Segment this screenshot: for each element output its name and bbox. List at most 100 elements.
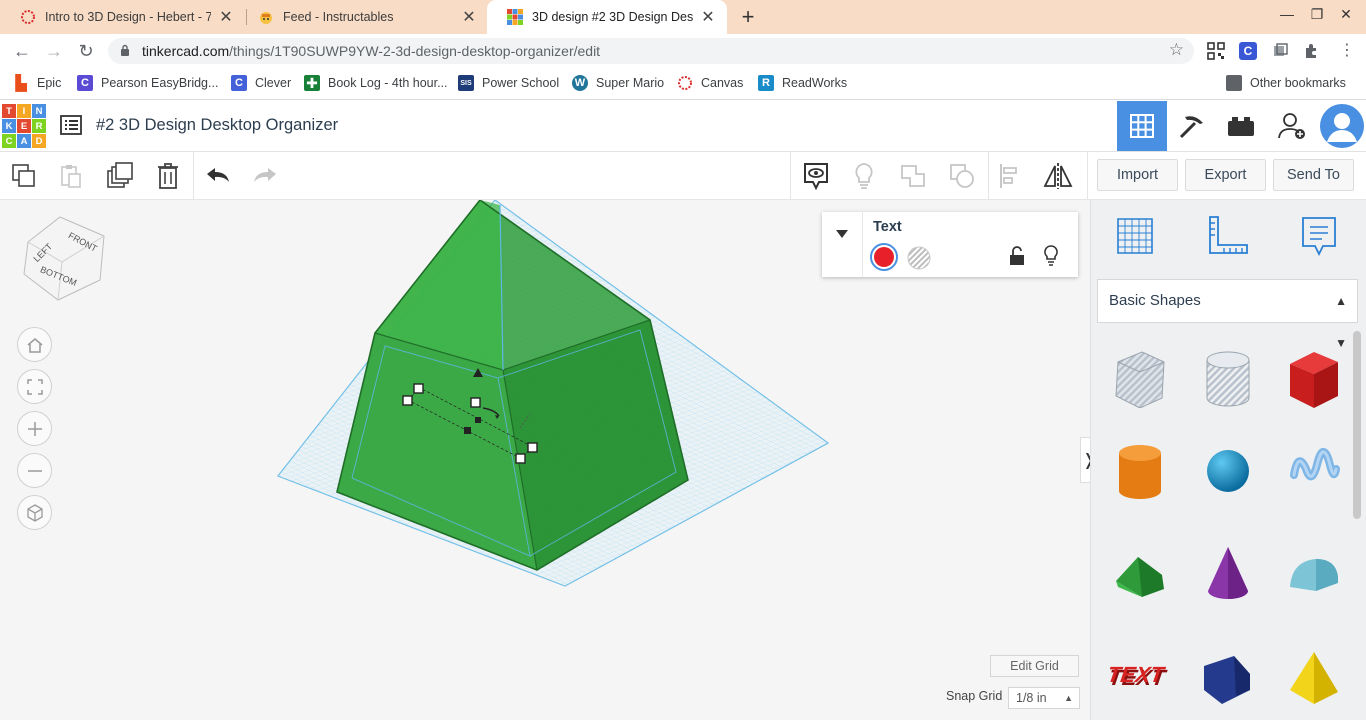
lightbulb-icon bbox=[855, 163, 873, 189]
workplane-tool-button[interactable] bbox=[1112, 213, 1158, 259]
ruler-tool-button[interactable] bbox=[1205, 213, 1251, 259]
hole-button[interactable] bbox=[906, 245, 932, 271]
snap-grid-label: Snap Grid bbox=[946, 689, 1003, 703]
bookmark-star-icon[interactable]: ☆ bbox=[1169, 40, 1184, 60]
lightbulb-icon[interactable] bbox=[1042, 244, 1060, 266]
shape-pyramid[interactable] bbox=[1282, 646, 1346, 710]
perspective-toggle-button[interactable] bbox=[17, 495, 52, 530]
bookmark-readworks[interactable]: R ReadWorks bbox=[758, 75, 847, 91]
notes-tool-button[interactable] bbox=[1296, 213, 1342, 259]
cube-outline-icon bbox=[26, 503, 43, 522]
import-button[interactable]: Import bbox=[1097, 159, 1178, 191]
shape-box-hole[interactable] bbox=[1108, 346, 1172, 410]
other-bookmarks[interactable]: Other bookmarks bbox=[1226, 75, 1346, 91]
shape-box[interactable] bbox=[1282, 346, 1346, 410]
instructables-favicon-icon bbox=[258, 9, 274, 25]
shape-category-select[interactable]: Basic Shapes ▲ ▼ bbox=[1097, 279, 1358, 350]
shape-sphere[interactable] bbox=[1196, 439, 1260, 503]
export-button[interactable]: Export bbox=[1185, 159, 1266, 191]
tinkercad-logo[interactable]: T I N K E R C A D bbox=[2, 104, 46, 148]
group-button[interactable] bbox=[897, 160, 929, 192]
close-tab-icon[interactable]: ✕ bbox=[460, 7, 478, 27]
fit-view-icon bbox=[26, 378, 43, 395]
bookmark-canvas[interactable]: Canvas bbox=[677, 75, 743, 91]
view-cube[interactable]: LEFT FRONT BOTTOM bbox=[20, 214, 108, 304]
ungroup-button[interactable] bbox=[946, 160, 978, 192]
new-tab-button[interactable]: + bbox=[737, 4, 759, 30]
close-window-icon[interactable]: ✕ bbox=[1336, 6, 1356, 23]
chrome-menu-icon[interactable]: ⋮ bbox=[1336, 40, 1358, 62]
extensions-puzzle-icon[interactable] bbox=[1303, 42, 1321, 60]
redo-button[interactable] bbox=[249, 160, 281, 192]
back-arrow-icon[interactable]: ← bbox=[11, 40, 33, 62]
browser-tab[interactable]: Intro to 3D Design - Hebert - 7(A) ✕ bbox=[0, 0, 245, 34]
close-tab-icon[interactable]: ✕ bbox=[217, 7, 235, 27]
bookmark-clever[interactable]: C Clever bbox=[231, 75, 291, 91]
shape-text[interactable]: TEXT TEXT bbox=[1108, 642, 1172, 706]
snap-grid-select[interactable]: 1/8 in ▲ bbox=[1008, 687, 1080, 709]
bookmark-label: Power School bbox=[482, 76, 560, 90]
duplicate-button[interactable] bbox=[104, 160, 136, 192]
bookmark-power-school[interactable]: SIS Power School bbox=[458, 75, 559, 91]
shape-inspector: Text bbox=[822, 212, 1078, 277]
shape-cone[interactable] bbox=[1196, 541, 1260, 605]
reload-icon[interactable]: ↻ bbox=[75, 40, 97, 62]
shape-roof[interactable] bbox=[1108, 541, 1172, 605]
shape-round-roof[interactable] bbox=[1282, 541, 1346, 605]
bookmark-epic[interactable]: ▙ Epic bbox=[13, 75, 61, 92]
minimize-window-icon[interactable]: — bbox=[1277, 6, 1297, 22]
shape-cylinder[interactable] bbox=[1108, 439, 1172, 503]
invite-user-button[interactable] bbox=[1267, 101, 1317, 151]
orange-cylinder-icon bbox=[1119, 445, 1161, 499]
red-text-3d-icon: TEXT TEXT bbox=[1110, 662, 1169, 690]
edit-grid-button[interactable]: Edit Grid bbox=[990, 655, 1079, 677]
shapes-panel-scrollbar[interactable] bbox=[1353, 331, 1361, 519]
logo-letter: N bbox=[32, 104, 46, 118]
bricks-view-button[interactable] bbox=[1216, 101, 1266, 151]
toolbar-divider bbox=[988, 152, 989, 199]
bookmark-pearson[interactable]: C Pearson EasyBridg... bbox=[77, 75, 218, 91]
lock-icon[interactable] bbox=[1009, 246, 1025, 266]
show-notes-button[interactable] bbox=[800, 160, 832, 192]
close-tab-icon[interactable]: ✕ bbox=[699, 7, 717, 27]
bookmark-book-log[interactable]: ✚ Book Log - 4th hour... bbox=[304, 75, 448, 91]
qr-code-icon[interactable] bbox=[1207, 42, 1225, 60]
shape-scribble[interactable] bbox=[1282, 439, 1346, 503]
zoom-out-button[interactable] bbox=[17, 453, 52, 488]
show-all-button[interactable] bbox=[848, 160, 880, 192]
shape-polygon[interactable] bbox=[1196, 646, 1260, 710]
design-menu-icon[interactable] bbox=[60, 115, 82, 135]
user-avatar[interactable] bbox=[1318, 101, 1366, 151]
tinkercad-favicon-icon bbox=[507, 9, 523, 25]
design-title[interactable]: #2 3D Design Desktop Organizer bbox=[96, 116, 338, 135]
minecraft-view-button[interactable] bbox=[1167, 101, 1217, 151]
solid-color-button[interactable] bbox=[870, 243, 898, 271]
browser-tab-active[interactable]: 3D design #2 3D Design Desktop ✕ bbox=[487, 0, 727, 34]
bookmark-super-mario[interactable]: W Super Mario bbox=[572, 75, 664, 91]
zoom-in-button[interactable] bbox=[17, 411, 52, 446]
ungroup-icon bbox=[950, 164, 974, 188]
undo-button[interactable] bbox=[202, 160, 234, 192]
3d-scene[interactable] bbox=[0, 200, 1090, 720]
note-bubble-icon bbox=[1302, 217, 1336, 257]
inspector-collapse-button[interactable] bbox=[822, 212, 863, 277]
paste-button[interactable] bbox=[55, 160, 87, 192]
home-view-button[interactable] bbox=[17, 327, 52, 362]
mirror-button[interactable] bbox=[1042, 160, 1074, 192]
shape-category-value: Basic Shapes bbox=[1109, 292, 1201, 309]
restore-window-icon[interactable]: ❐ bbox=[1307, 6, 1327, 23]
3d-design-view-button[interactable] bbox=[1117, 101, 1167, 151]
browser-tab[interactable]: Feed - Instructables ✕ bbox=[238, 0, 488, 34]
copy-button[interactable] bbox=[8, 160, 40, 192]
delete-button[interactable] bbox=[152, 160, 184, 192]
send-to-button[interactable]: Send To bbox=[1273, 159, 1354, 191]
bookmark-label: Clever bbox=[255, 76, 292, 90]
align-button[interactable] bbox=[995, 160, 1027, 192]
forward-arrow-icon[interactable]: → bbox=[43, 40, 65, 62]
shape-cylinder-hole[interactable] bbox=[1196, 346, 1260, 410]
address-bar[interactable]: tinkercad.com/things/1T90SUWP9YW-2-3d-de… bbox=[108, 38, 1194, 64]
epic-icon: ▙ bbox=[13, 75, 29, 92]
extension-puzzle-grey-icon[interactable] bbox=[1271, 42, 1289, 60]
clever-extension-icon[interactable]: C bbox=[1239, 42, 1257, 60]
fit-view-button[interactable] bbox=[17, 369, 52, 404]
